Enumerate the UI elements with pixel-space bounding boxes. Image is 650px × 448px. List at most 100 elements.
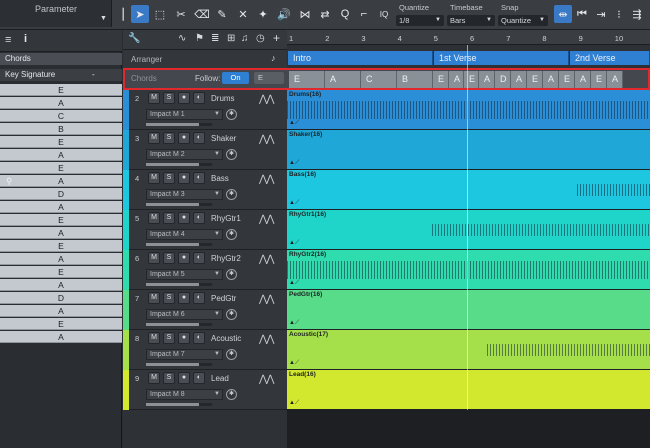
settings-icon[interactable]: ✱ [226, 349, 237, 360]
track-lane[interactable]: Shaker(16) ▲⟋ [287, 130, 650, 170]
chord-list-item[interactable]: E [0, 266, 122, 278]
chord-list-item[interactable]: E [0, 84, 122, 96]
chord-event[interactable]: A [325, 71, 361, 88]
settings-icon[interactable]: ✱ [226, 189, 237, 200]
track-header[interactable]: 6 M S ● ◐ RhyGtr2 Impact M 5 ▼ ✱ ⋀⋀ [123, 250, 287, 290]
instrument-select[interactable]: Impact M 1 ▼ [146, 109, 223, 120]
eraser-tool-icon[interactable]: ⌫ [193, 5, 211, 23]
track-name[interactable]: Drums [211, 94, 235, 103]
timebase-select[interactable]: Bars ▼ [447, 15, 495, 26]
track-header[interactable]: 8 M S ● ◐ Acoustic Impact M 7 ▼ ✱ ⋀⋀ [123, 330, 287, 370]
track-header[interactable]: 7 M S ● ◐ PedGtr Impact M 6 ▼ ✱ ⋀⋀ [123, 290, 287, 330]
waveform-icon[interactable]: ⋀⋀ [259, 334, 274, 345]
chord-event[interactable]: A [543, 71, 559, 88]
settings-icon[interactable]: ✱ [226, 229, 237, 240]
follow-toggle[interactable]: On [222, 72, 249, 84]
track-lane[interactable]: Acoustic(17) ▲⟋ [287, 330, 650, 370]
record-button[interactable]: ● [178, 92, 190, 104]
chord-event[interactable]: B [397, 71, 433, 88]
mute-button[interactable]: M [148, 212, 160, 224]
monitor-button[interactable]: ◐ [193, 292, 205, 304]
waveform-icon[interactable]: ⋀⋀ [259, 254, 274, 265]
mute-button[interactable]: M [148, 132, 160, 144]
volume-fader[interactable] [146, 203, 212, 206]
solo-button[interactable]: S [163, 252, 175, 264]
volume-fader[interactable] [146, 363, 212, 366]
settings-icon[interactable]: ✱ [226, 389, 237, 400]
monitor-button[interactable]: ◐ [193, 92, 205, 104]
volume-fader[interactable] [146, 243, 212, 246]
chord-event[interactable]: A [575, 71, 591, 88]
key-signature-label[interactable]: Key Signature - [0, 69, 122, 81]
waveform-icon[interactable]: ⋀⋀ [259, 174, 274, 185]
chord-list-item[interactable]: C [0, 110, 122, 122]
record-button[interactable]: ● [178, 132, 190, 144]
chord-event[interactable]: E [559, 71, 575, 88]
chord-list-item[interactable]: A [0, 227, 122, 239]
wrench-icon[interactable]: 🔧 [128, 33, 140, 44]
arranger-track-icon[interactable]: ⊞ [227, 33, 235, 44]
chord-list-item[interactable]: A [0, 253, 122, 265]
grid-icon[interactable]: ⁝ [610, 5, 628, 23]
instrument-select[interactable]: Impact M 5 ▼ [146, 269, 223, 280]
instrument-select[interactable]: Impact M 8 ▼ [146, 389, 223, 400]
chord-event[interactable]: E [527, 71, 543, 88]
settings-icon[interactable]: ✱ [226, 109, 237, 120]
track-name[interactable]: Bass [211, 174, 229, 183]
iq-button[interactable]: IQ [375, 5, 393, 23]
track-lane[interactable]: Drums(16) ▲⟋ [287, 90, 650, 130]
arranger-section[interactable]: 1st Verse [434, 51, 569, 65]
instrument-select[interactable]: Impact M 7 ▼ [146, 349, 223, 360]
quantize-select[interactable]: 1/8 ▼ [396, 15, 444, 26]
record-button[interactable]: ● [178, 332, 190, 344]
chords-track-label[interactable]: Chords [0, 53, 122, 65]
mute-tool-icon[interactable]: ✕ [234, 5, 252, 23]
chord-list-item[interactable]: A [0, 331, 122, 343]
volume-fader[interactable] [146, 283, 212, 286]
chord-event[interactable]: C [361, 71, 397, 88]
solo-button[interactable]: S [163, 212, 175, 224]
track-lane[interactable]: Lead(16) ▲⟋ [287, 370, 650, 410]
nudge-icon[interactable]: ⇥ [592, 5, 610, 23]
track-name[interactable]: RhyGtr2 [211, 254, 241, 263]
record-button[interactable]: ● [178, 172, 190, 184]
chord-list-item[interactable]: A [0, 149, 122, 161]
solo-button[interactable]: S [163, 332, 175, 344]
monitor-button[interactable]: ◐ [193, 252, 205, 264]
solo-button[interactable]: S [163, 132, 175, 144]
listen-tool-icon[interactable]: 🔊 [275, 5, 293, 23]
track-lane[interactable]: PedGtr(16) ▲⟋ [287, 290, 650, 330]
snap-toggle-icon[interactable]: ⇹ [554, 5, 572, 23]
arrow-tool-icon[interactable]: ➤ [131, 5, 149, 23]
note-icon[interactable]: ♪ [271, 53, 276, 63]
add-track-icon[interactable]: + [273, 31, 280, 45]
arranger-section[interactable]: Intro [288, 51, 433, 65]
track-name[interactable]: Shaker [211, 134, 236, 143]
monitor-button[interactable]: ◐ [193, 132, 205, 144]
mute-button[interactable]: M [148, 372, 160, 384]
settings-icon[interactable]: ✱ [226, 309, 237, 320]
automation-icon[interactable]: ∿ [178, 33, 186, 44]
record-button[interactable]: ● [178, 292, 190, 304]
solo-button[interactable]: S [163, 372, 175, 384]
chord-list-item[interactable]: E [0, 318, 122, 330]
track-name[interactable]: RhyGtr1 [211, 214, 241, 223]
chord-list-item[interactable]: E [0, 136, 122, 148]
solo-button[interactable]: S [163, 292, 175, 304]
link-tool-icon[interactable]: ⋈ [296, 5, 314, 23]
track-header[interactable]: 9 M S ● ◐ Lead Impact M 8 ▼ ✱ ⋀⋀ [123, 370, 287, 410]
chord-list-item[interactable]: E [0, 214, 122, 226]
record-button[interactable]: ● [178, 252, 190, 264]
snap-select[interactable]: Quantize ▼ [498, 15, 548, 26]
volume-fader[interactable] [146, 163, 212, 166]
menu-icon[interactable]: ≡ [5, 34, 11, 46]
track-header[interactable]: 3 M S ● ◐ Shaker Impact M 2 ▼ ✱ ⋀⋀ [123, 130, 287, 170]
track-header[interactable]: 5 M S ● ◐ RhyGtr1 Impact M 4 ▼ ✱ ⋀⋀ [123, 210, 287, 250]
stretch-tool-icon[interactable]: ⇄ [316, 5, 334, 23]
settings-icon[interactable]: ✱ [226, 269, 237, 280]
volume-fader[interactable] [146, 323, 212, 326]
waveform-icon[interactable]: ⋀⋀ [259, 134, 274, 145]
timing-icon[interactable]: ◷ [256, 33, 265, 44]
chord-list-item[interactable]: E [0, 162, 122, 174]
chord-list-item[interactable]: E [0, 240, 122, 252]
